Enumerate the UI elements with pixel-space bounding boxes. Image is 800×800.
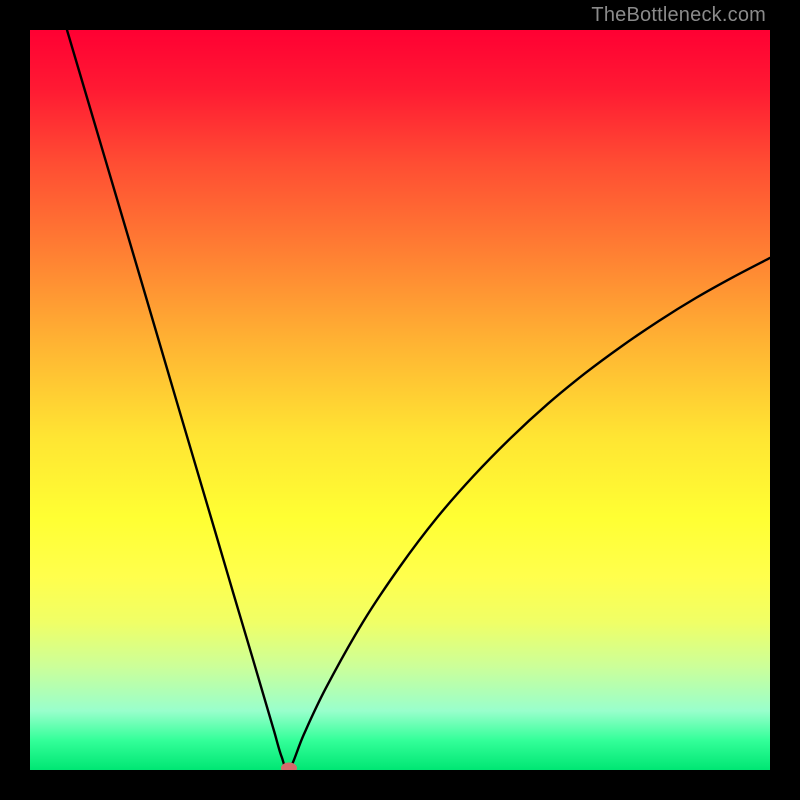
plot-area <box>30 30 770 770</box>
bottleneck-curve <box>67 30 770 770</box>
watermark-text: TheBottleneck.com <box>591 4 766 27</box>
chart-frame: TheBottleneck.com <box>0 0 800 800</box>
curve-svg <box>30 30 770 770</box>
